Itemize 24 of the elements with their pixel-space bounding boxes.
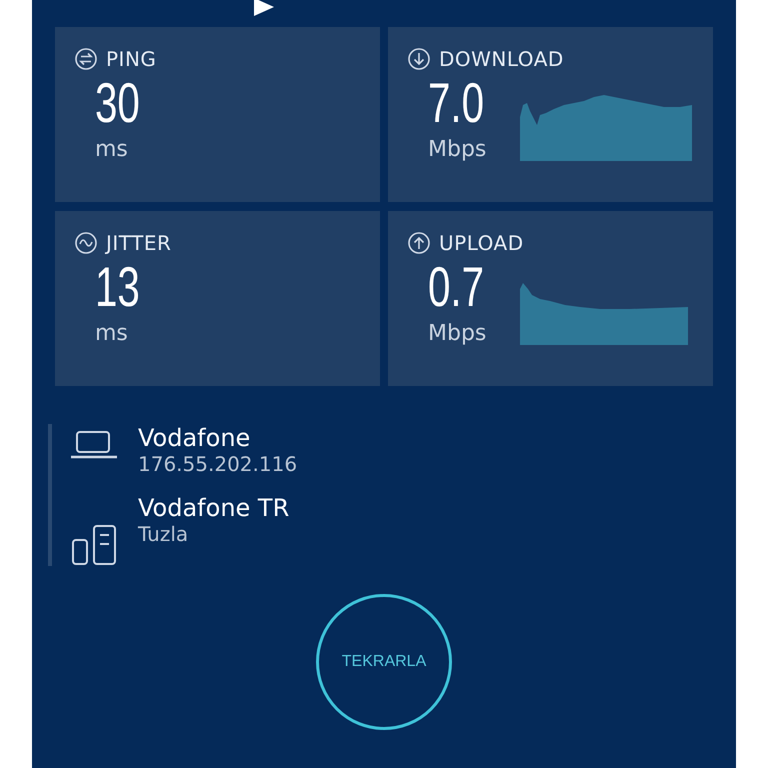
metric-value: 0.7 xyxy=(428,255,484,319)
metric-label: UPLOAD xyxy=(439,231,524,255)
upload-icon xyxy=(408,232,430,254)
metric-unit: Mbps xyxy=(428,320,488,348)
provider-name: Vodafone xyxy=(138,424,252,452)
metric-value: 13 xyxy=(95,255,140,319)
metric-unit: Mbps xyxy=(428,136,488,164)
download-icon xyxy=(408,48,430,70)
metric-value: 7.0 xyxy=(428,71,484,135)
metric-label: PING xyxy=(106,47,156,71)
wave-icon xyxy=(75,232,97,254)
provider-detail: 176.55.202.116 xyxy=(138,452,298,476)
laptop-icon xyxy=(70,428,118,460)
provider-name: Vodafone TR xyxy=(138,494,290,522)
metric-label: DOWNLOAD xyxy=(439,47,564,71)
arrows-icon xyxy=(75,48,97,70)
metric-unit: ms xyxy=(95,320,129,348)
play-icon[interactable] xyxy=(254,0,274,16)
metric-unit: ms xyxy=(95,136,129,164)
metric-label: JITTER xyxy=(106,231,172,255)
retry-button[interactable]: TEKRARLA xyxy=(316,594,452,730)
metric-value: 30 xyxy=(95,71,140,135)
server-icon xyxy=(70,524,118,566)
provider-detail: Tuzla xyxy=(138,522,190,546)
